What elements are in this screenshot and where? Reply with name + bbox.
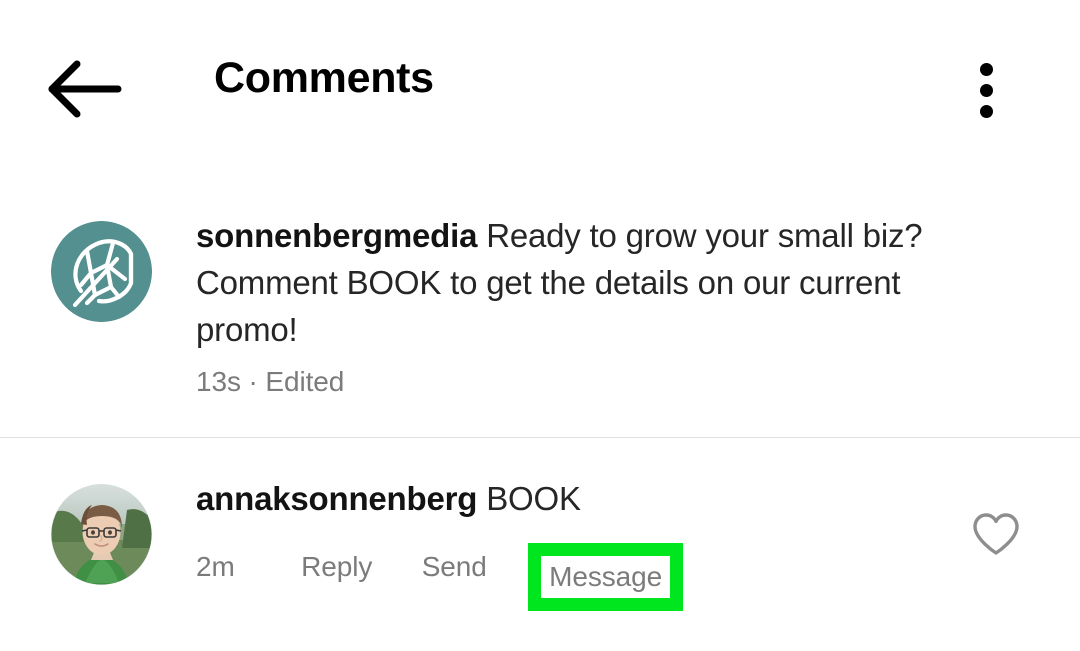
avatar-sonnenbergmedia[interactable] bbox=[51, 221, 152, 322]
comment-item: annaksonnenberg BOOK 2m Reply Send Messa… bbox=[0, 463, 1080, 613]
back-arrow-icon[interactable] bbox=[46, 56, 124, 122]
comment-text-line: annaksonnenberg BOOK bbox=[196, 475, 966, 522]
send-button[interactable]: Send bbox=[422, 543, 487, 591]
comment-username[interactable]: sonnenbergmedia bbox=[196, 217, 477, 254]
heart-glyph bbox=[973, 513, 1019, 555]
message-button-highlight: Message bbox=[528, 543, 684, 611]
comment-timestamp: 2m bbox=[196, 551, 235, 582]
comment-item: sonnenbergmedia Ready to grow your small… bbox=[0, 200, 1080, 437]
comment-body: annaksonnenberg BOOK bbox=[196, 475, 966, 522]
message-button[interactable]: Message bbox=[541, 556, 671, 598]
profile-photo-icon bbox=[51, 484, 152, 585]
leaf-logo-icon bbox=[51, 221, 152, 322]
arrow-left-glyph bbox=[48, 60, 122, 118]
comment-actions: 2m Reply Send Message bbox=[196, 543, 684, 611]
kebab-dot-2 bbox=[980, 84, 993, 97]
comments-screen: Comments sonnenbergmedia Ready to grow y… bbox=[0, 0, 1080, 651]
kebab-dot-3 bbox=[980, 105, 993, 118]
comment-body: sonnenbergmedia Ready to grow your small… bbox=[196, 212, 966, 396]
comment-text-line: sonnenbergmedia Ready to grow your small… bbox=[196, 212, 966, 353]
heart-outline-icon[interactable] bbox=[971, 512, 1021, 558]
kebab-menu-icon[interactable] bbox=[969, 57, 1005, 123]
page-title: Comments bbox=[214, 54, 434, 102]
reply-button[interactable]: Reply bbox=[301, 543, 372, 591]
comment-username[interactable]: annaksonnenberg bbox=[196, 480, 477, 517]
avatar-annaksonnenberg[interactable] bbox=[51, 484, 152, 585]
kebab-dot-1 bbox=[980, 63, 993, 76]
comment-divider bbox=[0, 437, 1080, 438]
comment-message: BOOK bbox=[486, 480, 581, 517]
comment-meta[interactable]: 13s · Edited bbox=[196, 368, 966, 396]
app-header: Comments bbox=[0, 0, 1080, 172]
